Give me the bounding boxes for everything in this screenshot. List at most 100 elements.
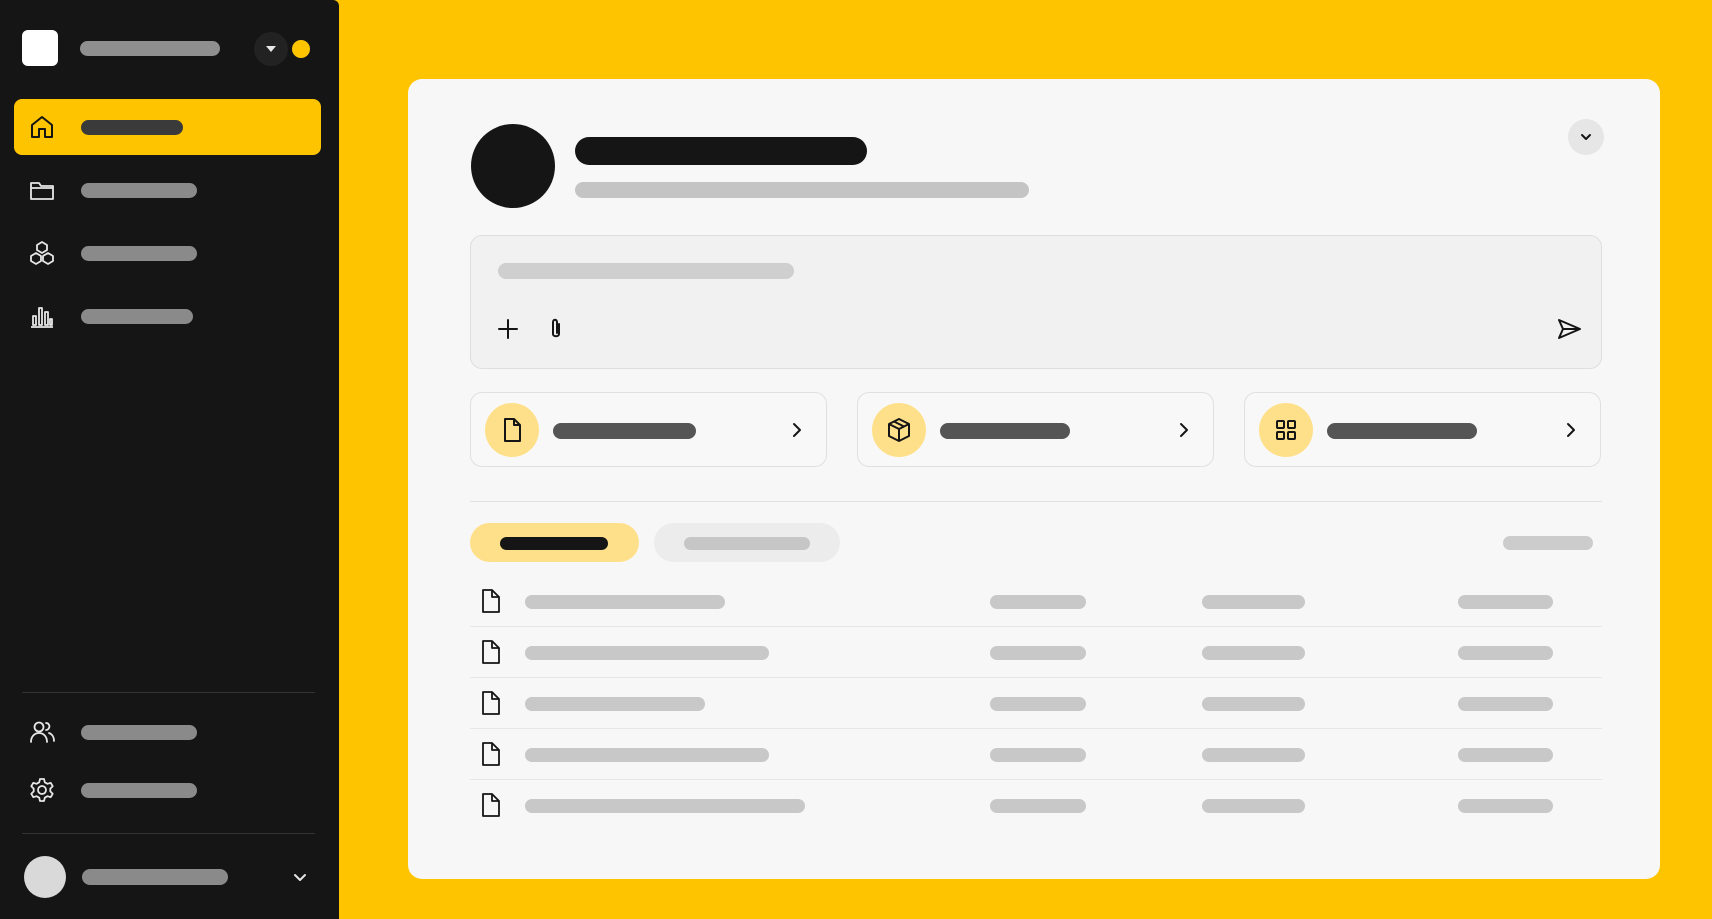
sidebar-bottom-nav [14,706,321,822]
header-menu-button[interactable] [1568,119,1604,155]
quick-action-icon-badge [872,403,926,457]
chevron-down-icon [1581,134,1591,140]
file-icon [482,691,500,715]
sidebar-item-label [81,725,197,740]
row-cell-placeholder [1202,748,1305,762]
user-name-placeholder [82,869,228,885]
sidebar-item-team[interactable] [14,706,321,758]
row-cell-placeholder [990,748,1086,762]
row-cell-placeholder [1458,595,1553,609]
row-cell-placeholder [990,595,1086,609]
quick-action-icon-badge [1259,403,1313,457]
sidebar-item-label [81,309,193,324]
row-cell-placeholder [1458,646,1553,660]
file-icon [482,589,500,613]
view-all-link-placeholder[interactable] [1503,536,1593,550]
attach-button[interactable] [541,314,571,344]
caret-down-icon [266,46,276,52]
sidebar-item-label [81,783,197,798]
quick-action-icon-badge [485,403,539,457]
workspace-caret-button[interactable] [254,32,288,66]
quick-action-document[interactable] [470,392,827,467]
sidebar-item-settings[interactable] [14,764,321,816]
quick-action-label [553,423,696,439]
table-row[interactable] [470,576,1602,627]
sidebar-item-home[interactable] [14,99,321,155]
table-row[interactable] [470,780,1602,831]
send-icon [1558,319,1581,339]
page-subtitle-placeholder [575,182,1029,198]
quick-action-label [940,423,1070,439]
plus-icon [498,319,518,339]
row-cell-placeholder [1202,697,1305,711]
sidebar-nav [14,99,321,351]
row-name-placeholder [525,748,769,762]
chevron-right-icon [793,423,801,437]
tab-secondary[interactable] [654,523,840,562]
document-icon [504,418,521,442]
gear-icon [30,778,54,802]
sidebar-item-label [81,183,197,198]
row-name-placeholder [525,646,769,660]
add-button[interactable] [493,314,523,344]
row-name-placeholder [525,697,705,711]
main-card [408,79,1660,879]
bar-chart-icon [31,307,53,328]
row-cell-placeholder [1458,748,1553,762]
chevron-right-icon [1567,423,1575,437]
table-row[interactable] [470,627,1602,678]
workspace-name-placeholder [80,41,220,56]
sidebar-divider [22,833,315,834]
workspace-logo [22,30,58,66]
file-icon [482,640,500,664]
row-cell-placeholder [1202,646,1305,660]
chevron-right-icon [1180,423,1188,437]
home-icon [31,116,53,138]
package-icon [888,418,910,442]
row-cell-placeholder [990,799,1086,813]
tab-label [500,537,608,550]
sidebar-divider [22,692,315,693]
quick-actions [470,392,1602,467]
quick-action-package[interactable] [857,392,1214,467]
tab-label [684,537,810,550]
grid-icon [1276,420,1296,440]
row-cell-placeholder [1202,595,1305,609]
row-cell-placeholder [990,646,1086,660]
sidebar-item-label [81,120,183,135]
users-icon [30,721,55,743]
workspace-switcher[interactable] [22,29,317,69]
send-button[interactable] [1554,314,1584,344]
file-icon [482,742,500,766]
quick-action-grid[interactable] [1244,392,1601,467]
folder-icon [30,182,54,200]
cubes-icon [30,241,54,265]
tab-primary[interactable] [470,523,639,562]
file-table [470,576,1602,831]
page-title-placeholder [575,137,867,165]
user-account-menu[interactable] [22,855,315,899]
quick-action-label [1327,423,1477,439]
table-row[interactable] [470,729,1602,780]
row-name-placeholder [525,595,725,609]
row-cell-placeholder [1458,697,1553,711]
sidebar-item-folder[interactable] [14,162,321,218]
sidebar-item-cubes[interactable] [14,225,321,281]
paperclip-icon [552,318,560,338]
row-cell-placeholder [1202,799,1305,813]
profile-avatar [471,124,555,208]
row-cell-placeholder [990,697,1086,711]
row-name-placeholder [525,799,805,813]
row-cell-placeholder [1458,799,1553,813]
section-divider [470,501,1602,502]
status-dot [292,40,310,58]
sidebar-item-analytics[interactable] [14,288,321,344]
file-icon [482,793,500,817]
message-composer[interactable] [470,235,1602,369]
composer-placeholder [498,263,794,279]
sidebar [0,0,339,919]
table-row[interactable] [470,678,1602,729]
sidebar-item-label [81,246,197,261]
chevron-down-icon [294,874,306,881]
avatar [24,856,66,898]
